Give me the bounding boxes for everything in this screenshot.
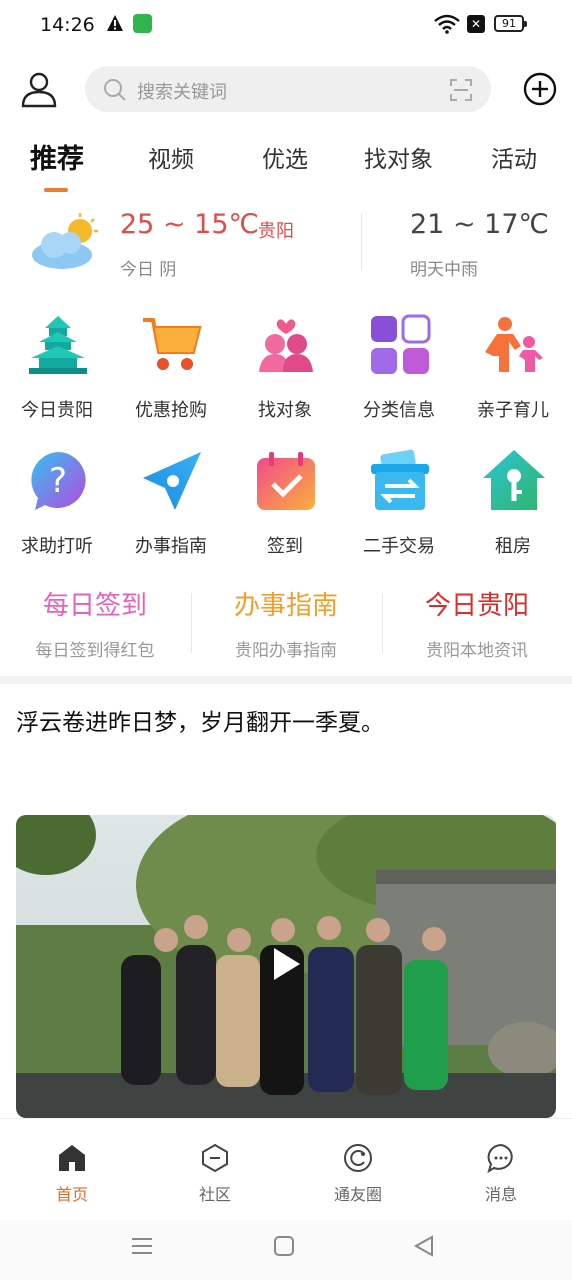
add-icon[interactable] <box>523 72 557 106</box>
menu-icon[interactable] <box>130 1234 154 1258</box>
grid-item-today-guiyang[interactable]: 今日贵阳 <box>0 312 114 432</box>
shopping-cart-icon <box>143 318 202 370</box>
search-icon <box>104 79 126 101</box>
category-tabs: 推荐 视频 优选 找对象 活动 <box>0 140 572 196</box>
nav-messages[interactable]: 消息 <box>451 1143 551 1205</box>
scan-icon[interactable] <box>449 78 473 102</box>
header: 搜索关键词 <box>0 60 572 122</box>
compass-icon <box>143 452 201 510</box>
grid-item-rental[interactable]: 租房 <box>456 448 570 568</box>
post-text[interactable]: 浮云卷进昨日梦，岁月翻开一季夏。 <box>16 703 384 737</box>
tab-recommend[interactable]: 推荐 <box>30 137 84 176</box>
quick-link-subtitle: 每日签到得红包 <box>35 641 155 661</box>
quick-link-title: 今日贵阳 <box>424 591 529 621</box>
grid-item-help[interactable]: ? 求助打听 <box>0 448 114 568</box>
cloudy-sun-icon <box>32 213 98 269</box>
quick-links: 每日签到 每日签到得红包 办事指南 贵阳办事指南 今日贵阳 贵阳本地资讯 <box>0 585 572 665</box>
grid-label: 求助打听 <box>21 536 93 557</box>
weather-divider <box>361 213 362 271</box>
status-bar: 14:26 ✕ 91 <box>0 0 572 52</box>
message-icon <box>487 1143 513 1173</box>
play-icon[interactable] <box>270 946 302 982</box>
grid-label: 亲子育儿 <box>477 400 549 421</box>
home-icon <box>59 1145 85 1171</box>
tomorrow-weather-desc: 明天中雨 <box>410 260 478 280</box>
grid-label: 租房 <box>495 536 531 557</box>
grid-label: 二手交易 <box>363 536 435 557</box>
grid-item-checkin[interactable]: 签到 <box>228 448 342 568</box>
user-profile-icon[interactable] <box>20 70 58 108</box>
community-icon <box>202 1143 228 1173</box>
battery-icon: 91 <box>494 15 527 32</box>
nav-label: 首页 <box>55 1185 88 1204</box>
pavilion-icon <box>29 316 87 374</box>
couple-icon <box>259 319 313 372</box>
grid-label: 找对象 <box>258 400 312 421</box>
grid-item-classified[interactable]: 分类信息 <box>342 312 456 432</box>
tab-activity[interactable]: 活动 <box>491 140 537 174</box>
quick-link-title: 办事指南 <box>233 591 338 621</box>
back-icon[interactable] <box>412 1234 436 1258</box>
nav-label: 通友圈 <box>333 1185 382 1204</box>
question-icon: ? <box>31 452 86 510</box>
category-grid-icon <box>371 314 431 374</box>
grid-label: 签到 <box>267 536 303 557</box>
svg-text:?: ? <box>49 461 67 501</box>
friends-circle-icon <box>344 1144 372 1172</box>
grid-label: 分类信息 <box>363 400 435 421</box>
quick-link-guide[interactable]: 办事指南 贵阳办事指南 <box>191 585 381 661</box>
tab-selected[interactable]: 优选 <box>262 140 308 174</box>
tab-dating[interactable]: 找对象 <box>364 140 433 174</box>
warning-icon <box>107 15 123 31</box>
search-bar[interactable]: 搜索关键词 <box>85 66 491 112</box>
grid-item-parenting[interactable]: 亲子育儿 <box>456 312 570 432</box>
weather-widget[interactable]: 25 ~ 15℃ 贵阳 今日 阴 21 ~ 17℃ 明天中雨 <box>0 205 572 285</box>
search-placeholder: 搜索关键词 <box>137 82 227 103</box>
nav-label: 社区 <box>198 1185 231 1204</box>
grid-item-dating[interactable]: 找对象 <box>228 312 342 432</box>
tab-indicator <box>44 188 68 192</box>
app-notification-icon <box>133 14 152 33</box>
grid-label: 优惠抢购 <box>135 400 207 421</box>
nav-home[interactable]: 首页 <box>22 1143 122 1205</box>
section-divider <box>0 676 572 684</box>
today-weather-desc: 今日 阴 <box>120 260 177 280</box>
grid-item-guide[interactable]: 办事指南 <box>114 448 228 568</box>
status-time: 14:26 <box>40 14 95 36</box>
nav-friends-circle[interactable]: 通友圈 <box>308 1143 408 1205</box>
grid-label: 今日贵阳 <box>21 400 93 421</box>
grid-label: 办事指南 <box>135 536 207 557</box>
quick-link-today[interactable]: 今日贵阳 贵阳本地资讯 <box>382 585 572 661</box>
sim-off-icon: ✕ <box>467 15 485 33</box>
home-button-icon[interactable] <box>272 1234 296 1258</box>
house-key-icon <box>483 450 545 510</box>
grid-item-discount[interactable]: 优惠抢购 <box>114 312 228 432</box>
calendar-check-icon <box>257 452 315 510</box>
nav-label: 消息 <box>484 1185 517 1204</box>
quick-link-checkin[interactable]: 每日签到 每日签到得红包 <box>0 585 190 661</box>
system-navigation-bar <box>0 1220 572 1280</box>
wifi-icon <box>434 14 460 34</box>
quick-link-title: 每日签到 <box>42 591 147 621</box>
tomorrow-temperature: 21 ~ 17℃ <box>410 209 549 240</box>
grid-item-second-hand[interactable]: 二手交易 <box>342 448 456 568</box>
exchange-box-icon <box>371 449 429 510</box>
weather-city: 贵阳 <box>258 221 294 242</box>
nav-community[interactable]: 社区 <box>165 1143 265 1205</box>
tab-video[interactable]: 视频 <box>148 140 194 174</box>
quick-link-subtitle: 贵阳办事指南 <box>235 641 337 661</box>
quick-link-subtitle: 贵阳本地资讯 <box>426 641 528 661</box>
bottom-navigation: 首页 社区 通友圈 消息 <box>0 1118 572 1221</box>
parent-child-icon <box>485 317 543 372</box>
today-temperature: 25 ~ 15℃ <box>120 209 259 240</box>
